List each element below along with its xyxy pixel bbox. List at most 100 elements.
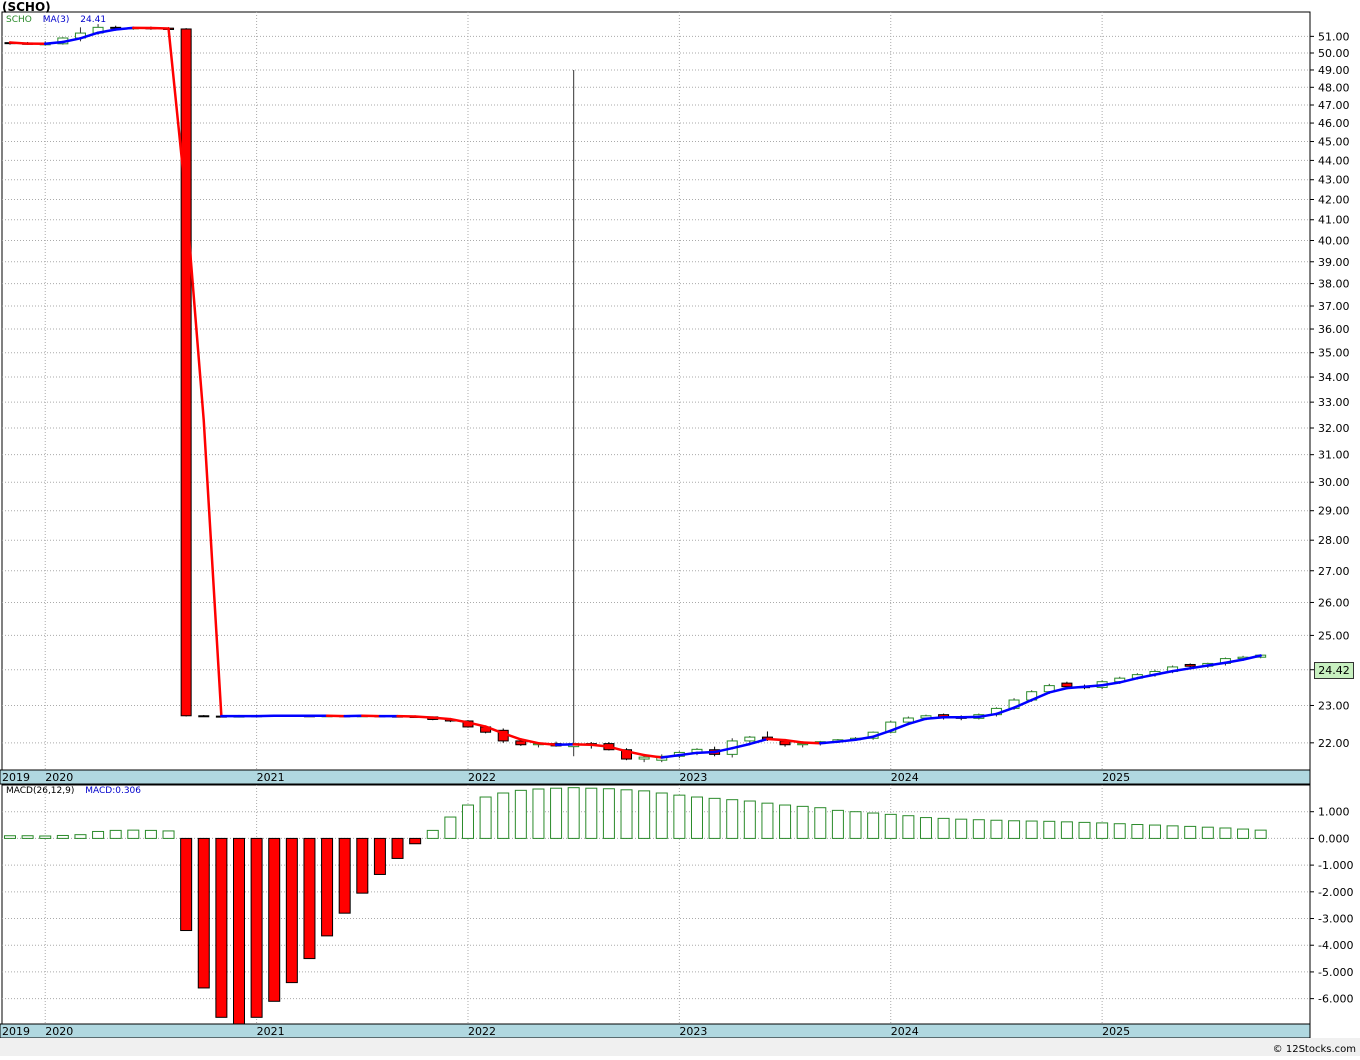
y-tick-label: 23.00 [1318, 699, 1350, 712]
x-tick-label-top: 2021 [257, 771, 285, 784]
macd-bar [57, 835, 68, 838]
macd-bar [586, 788, 597, 838]
macd-bar [674, 795, 685, 838]
macd-bar [181, 838, 192, 930]
macd-y-tick-label: -5.000 [1318, 966, 1353, 979]
macd-bar [797, 806, 808, 838]
macd-bar [956, 819, 967, 838]
macd-bar [533, 789, 544, 838]
macd-bar [991, 820, 1002, 838]
y-tick-label: 48.00 [1318, 81, 1350, 94]
macd-label: MACD(26,12,9) [6, 786, 74, 796]
ma-line-segment [820, 742, 838, 744]
macd-bar [515, 790, 526, 838]
macd-bar [568, 788, 579, 839]
macd-y-tick-label: -6.000 [1318, 993, 1353, 1006]
y-tick-label: 31.00 [1318, 449, 1350, 462]
macd-y-tick-label: 0.000 [1318, 832, 1350, 845]
macd-bar [885, 814, 896, 838]
y-tick-label: 29.00 [1318, 505, 1350, 518]
footer-band [0, 1038, 1360, 1056]
macd-bar [639, 791, 650, 839]
macd-bar [251, 838, 262, 1017]
candle-body [639, 757, 649, 759]
x-tick-label-top: 2025 [1102, 771, 1130, 784]
macd-bar [938, 818, 949, 838]
macd-bar [691, 797, 702, 838]
ma-line-segment [926, 717, 944, 718]
y-tick-label: 30.00 [1318, 476, 1350, 489]
macd-bar [1097, 823, 1108, 838]
macd-bar [1114, 824, 1125, 839]
macd-bar [233, 838, 244, 1024]
x-tick-label-bottom: 2019 [2, 1025, 30, 1038]
y-tick-label: 35.00 [1318, 347, 1350, 360]
candle-body [745, 737, 755, 741]
credit-text: © 12Stocks.com [1273, 1044, 1356, 1055]
y-tick-label: 38.00 [1318, 278, 1350, 291]
macd-bar [727, 800, 738, 839]
macd-bar [445, 817, 456, 838]
macd-bar [621, 790, 632, 839]
macd-bar [1079, 822, 1090, 838]
ma-line-segment [1067, 687, 1085, 688]
macd-bar [1132, 825, 1143, 839]
macd-bar [1238, 829, 1249, 838]
macd-bar [40, 836, 51, 838]
macd-bar [163, 831, 174, 838]
y-tick-label: 41.00 [1318, 214, 1350, 227]
macd-bar [392, 838, 403, 858]
macd-bar [110, 830, 121, 838]
ma-line-segment [433, 718, 451, 719]
y-tick-label: 45.00 [1318, 136, 1350, 149]
macd-bar [374, 838, 385, 874]
y-tick-label: 34.00 [1318, 371, 1350, 384]
x-tick-label-bottom: 2020 [45, 1025, 73, 1038]
macd-bar [1202, 827, 1213, 838]
legend-ma-value: 24.41 [80, 15, 106, 25]
y-tick-label: 27.00 [1318, 565, 1350, 578]
ma-line-segment [415, 717, 433, 718]
macd-bar [339, 838, 350, 913]
macd-bar [93, 831, 104, 838]
macd-bar [1061, 822, 1072, 839]
macd-bar [1044, 821, 1055, 838]
y-tick-label: 50.00 [1318, 47, 1350, 60]
macd-bar [269, 838, 280, 1001]
macd-bar [780, 805, 791, 838]
macd-bar [973, 820, 984, 839]
y-tick-label: 51.00 [1318, 30, 1350, 43]
macd-y-tick-label: -2.000 [1318, 886, 1353, 899]
macd-bar [5, 836, 16, 839]
macd-bar [1220, 828, 1231, 838]
y-tick-label: 43.00 [1318, 174, 1350, 187]
macd-bar [357, 838, 368, 893]
ma-line-segment [803, 742, 821, 743]
macd-bar [1185, 826, 1196, 838]
macd-bar [1026, 821, 1037, 838]
macd-bar [656, 793, 667, 838]
macd-y-tick-label: -4.000 [1318, 939, 1353, 952]
y-tick-label: 44.00 [1318, 154, 1350, 167]
x-tick-label-bottom: 2025 [1102, 1025, 1130, 1038]
y-tick-label: 49.00 [1318, 64, 1350, 77]
macd-y-tick-label: -3.000 [1318, 913, 1353, 926]
macd-bar [498, 793, 509, 838]
price-panel-frame [2, 12, 1310, 770]
last-price-tag: 24.42 [1314, 662, 1354, 679]
macd-bar [920, 818, 931, 839]
candle-body [516, 741, 526, 745]
y-tick-label: 39.00 [1318, 256, 1350, 269]
y-tick-label: 42.00 [1318, 193, 1350, 206]
macd-bar [832, 810, 843, 838]
macd-value: MACD:0.306 [85, 786, 141, 796]
macd-bar [145, 830, 156, 838]
ma-line-segment [1085, 685, 1103, 686]
x-tick-label-bottom: 2022 [468, 1025, 496, 1038]
legend-symbol: SCHO [6, 15, 32, 25]
y-tick-label: 36.00 [1318, 323, 1350, 336]
y-tick-label: 40.00 [1318, 234, 1350, 247]
y-tick-label: 28.00 [1318, 534, 1350, 547]
macd-bar [1009, 821, 1020, 839]
x-tick-label-top: 2022 [468, 771, 496, 784]
